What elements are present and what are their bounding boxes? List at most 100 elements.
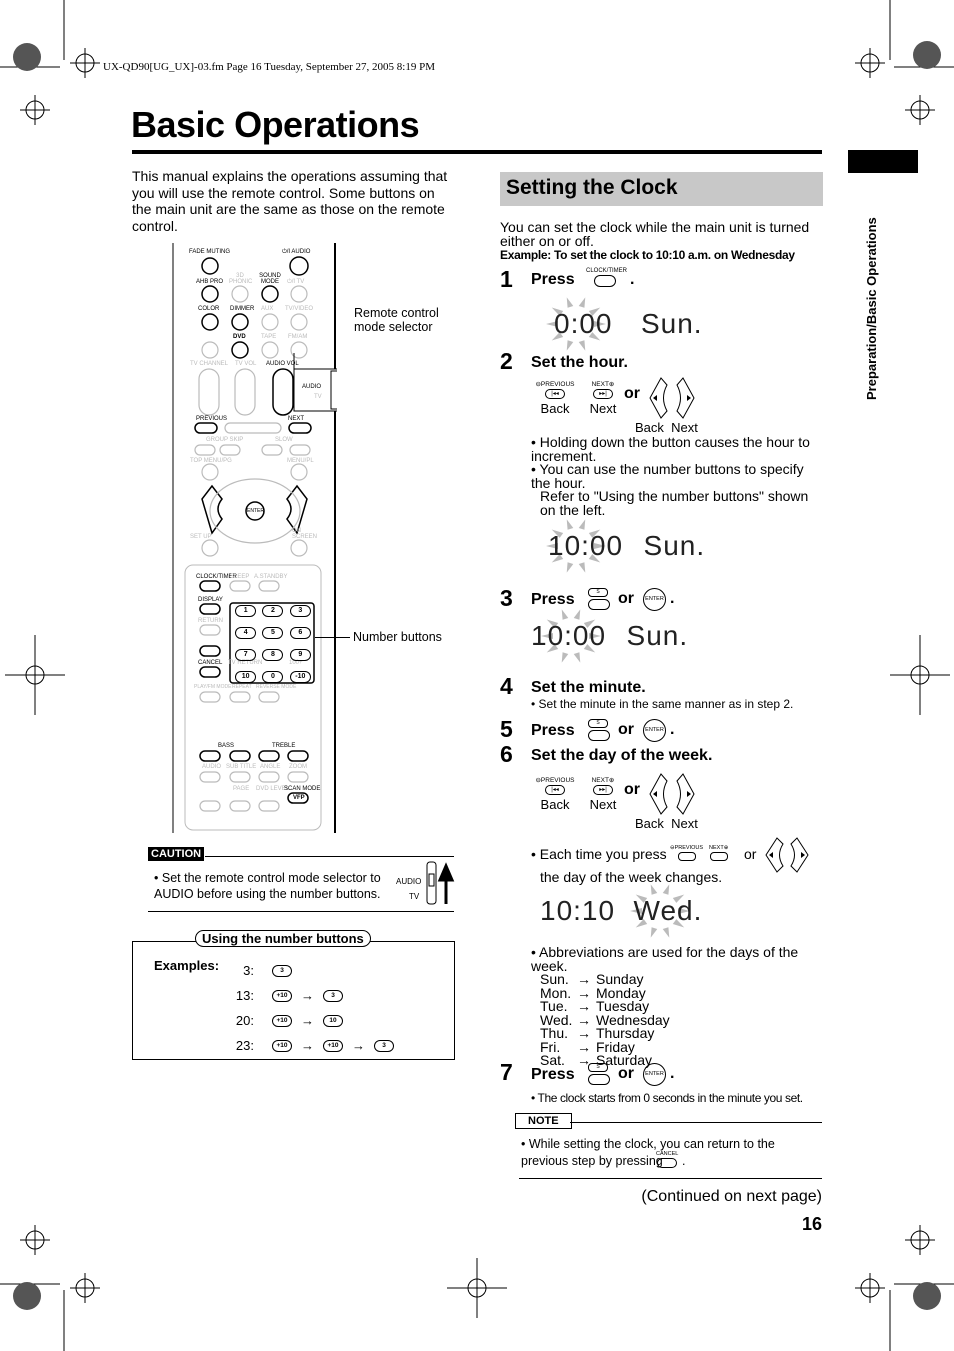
arrow-icon: →	[301, 1013, 314, 1028]
number-key-button[interactable]: 7	[235, 649, 257, 661]
display-day: Sun.	[626, 620, 689, 651]
callout-number-buttons: Number buttons	[353, 630, 442, 644]
abbr-list: Sun. → Sunday Mon. → Monday Tue. → Tuesday Wed. → W…	[531, 972, 826, 1068]
enter-button[interactable]: ENTER	[247, 508, 264, 514]
number-key-icon: 3	[374, 1039, 394, 1052]
section-intro: You can set the clock while the main uni…	[500, 219, 810, 249]
label-sleep: SLEEP	[230, 574, 250, 580]
back-next-labels: Back Next	[635, 816, 698, 831]
number-key-button[interactable]: 6	[289, 627, 311, 639]
number-key-icon: +10	[272, 1039, 292, 1052]
label-play-mode: PLAY/FM MODE	[194, 684, 232, 690]
label-mode-audio: AUDIO	[302, 384, 322, 390]
label-dvd: DVD	[233, 334, 246, 340]
label-tv-channel: TV CHANNEL	[190, 361, 229, 367]
example-value: 13:	[235, 988, 254, 1003]
display-day: Wed.	[633, 895, 703, 926]
number-key-button[interactable]: 9	[289, 649, 311, 661]
step-5-text: Press	[531, 722, 575, 739]
display-step-1: 0:00 Sun.	[536, 297, 703, 351]
caution-audio: AUDIO	[396, 877, 422, 886]
number-buttons-title: Using the number buttons	[195, 930, 371, 947]
step-6-number: 6	[500, 741, 513, 767]
cursor-left-right-icon[interactable]	[647, 772, 697, 816]
back-label: Back	[635, 420, 664, 435]
enter-button[interactable]: ENTER	[643, 1063, 666, 1086]
label-cancel: CANCEL	[198, 660, 223, 666]
caution-label: CAUTION	[148, 847, 205, 861]
cancel-button[interactable]: CANCEL	[656, 1151, 678, 1168]
label-bass: BASS	[218, 743, 235, 749]
step-7-number: 7	[500, 1059, 513, 1085]
example-row: 13: +10 → 3	[200, 983, 450, 1008]
or-label: or	[624, 781, 640, 798]
set-button[interactable]: S	[588, 1063, 610, 1085]
back-label: Back	[635, 816, 664, 831]
bullet-text: You can use the number buttons to specif…	[531, 461, 804, 491]
step-2-bullet-1: • Holding down the button causes the hou…	[531, 434, 810, 464]
or-label: or	[618, 1065, 634, 1082]
label-fade-muting: FADE MUTING	[189, 249, 231, 255]
label-treble: TREBLE	[272, 743, 296, 749]
vfp-button[interactable]: VFP	[293, 795, 305, 801]
label-next: NEXT	[288, 416, 305, 422]
caution-rule-top	[205, 856, 454, 857]
label-color: COLOR	[198, 306, 220, 312]
previous-button-inline[interactable]: ⊖PREVIOUS	[670, 845, 703, 861]
step-6-bullet-cont: the day of the week changes.	[540, 869, 723, 885]
enter-button[interactable]: ENTER	[643, 588, 666, 611]
number-key-button[interactable]: 5	[262, 627, 284, 639]
step-3-text: Press	[531, 591, 575, 608]
mode-selector-arrow-icon	[426, 861, 455, 905]
back-label: Back	[540, 797, 570, 812]
number-key-button[interactable]: 4	[235, 627, 257, 639]
label-return: RETURN	[198, 618, 223, 624]
next-button[interactable]: NEXT⊕ ▸▸| Next	[583, 380, 623, 416]
arrow-icon: →	[301, 988, 314, 1003]
arrow-icon: →	[352, 1038, 365, 1053]
enter-button[interactable]: ENTER	[643, 719, 666, 742]
abbr-row: Sat. → Saturday	[540, 1053, 826, 1068]
label-sound-mode: SOUND MODE	[259, 273, 281, 285]
number-key-icon: +10	[272, 989, 292, 1002]
number-key-button[interactable]: 1	[235, 605, 257, 617]
callout-mode-selector: Remote control mode selector	[354, 306, 439, 334]
number-key-button[interactable]: 2	[262, 605, 284, 617]
display-time: 10:00	[548, 530, 624, 561]
next-button[interactable]: NEXT⊕ ▸▸| Next	[583, 776, 623, 812]
label-dimmer: DIMMER	[230, 306, 255, 312]
label-top-menu: TOP MENU/PG	[190, 458, 232, 464]
number-key-button[interactable]: 8	[262, 649, 284, 661]
step-6-bullet: • Each time you press	[531, 846, 667, 862]
previous-button[interactable]: ⊖PREVIOUS |◂◂ Back	[533, 380, 577, 416]
back-next-labels: Back Next	[635, 420, 698, 435]
continued-note: (Continued on next page)	[641, 1188, 822, 1205]
step-7-bullet: • The clock starts from 0 seconds in the…	[531, 1091, 803, 1105]
label-ahb-pro: AHB PRO	[196, 279, 224, 285]
label-sub-title: SUB TITLE	[226, 764, 257, 770]
next-button-inline[interactable]: NEXT⊕	[709, 845, 728, 861]
set-button[interactable]: S	[588, 719, 610, 741]
next-label: Next	[589, 797, 617, 812]
number-key-button[interactable]: 3	[289, 605, 311, 617]
back-label: Back	[540, 401, 570, 416]
note-label: NOTE	[515, 1113, 572, 1129]
or-label: or	[618, 590, 634, 607]
cursor-left-right-icon[interactable]	[763, 836, 811, 874]
cursor-left-right-icon[interactable]	[647, 376, 697, 420]
step-2-text: Set the hour.	[531, 354, 628, 371]
label-page: PAGE	[233, 786, 250, 792]
label-reverse-mode: REVERSE MODE	[256, 684, 297, 690]
display-time: 10:00	[531, 620, 607, 651]
number-key-button[interactable]: 10	[235, 671, 257, 683]
number-key-button[interactable]: -10	[289, 671, 311, 683]
label-audio2: AUDIO	[202, 764, 222, 770]
label-angle: ANGLE	[260, 764, 281, 770]
clock-timer-button[interactable]: CLOCK/TIMER	[586, 268, 627, 287]
number-key-button[interactable]: 0	[262, 671, 284, 683]
set-button[interactable]: S	[588, 588, 610, 610]
example-row: 3: 3	[200, 958, 450, 983]
step-2-number: 2	[500, 348, 513, 374]
previous-button[interactable]: ⊖PREVIOUS |◂◂ Back	[533, 776, 577, 812]
label-zoom: ZOOM	[289, 764, 307, 770]
